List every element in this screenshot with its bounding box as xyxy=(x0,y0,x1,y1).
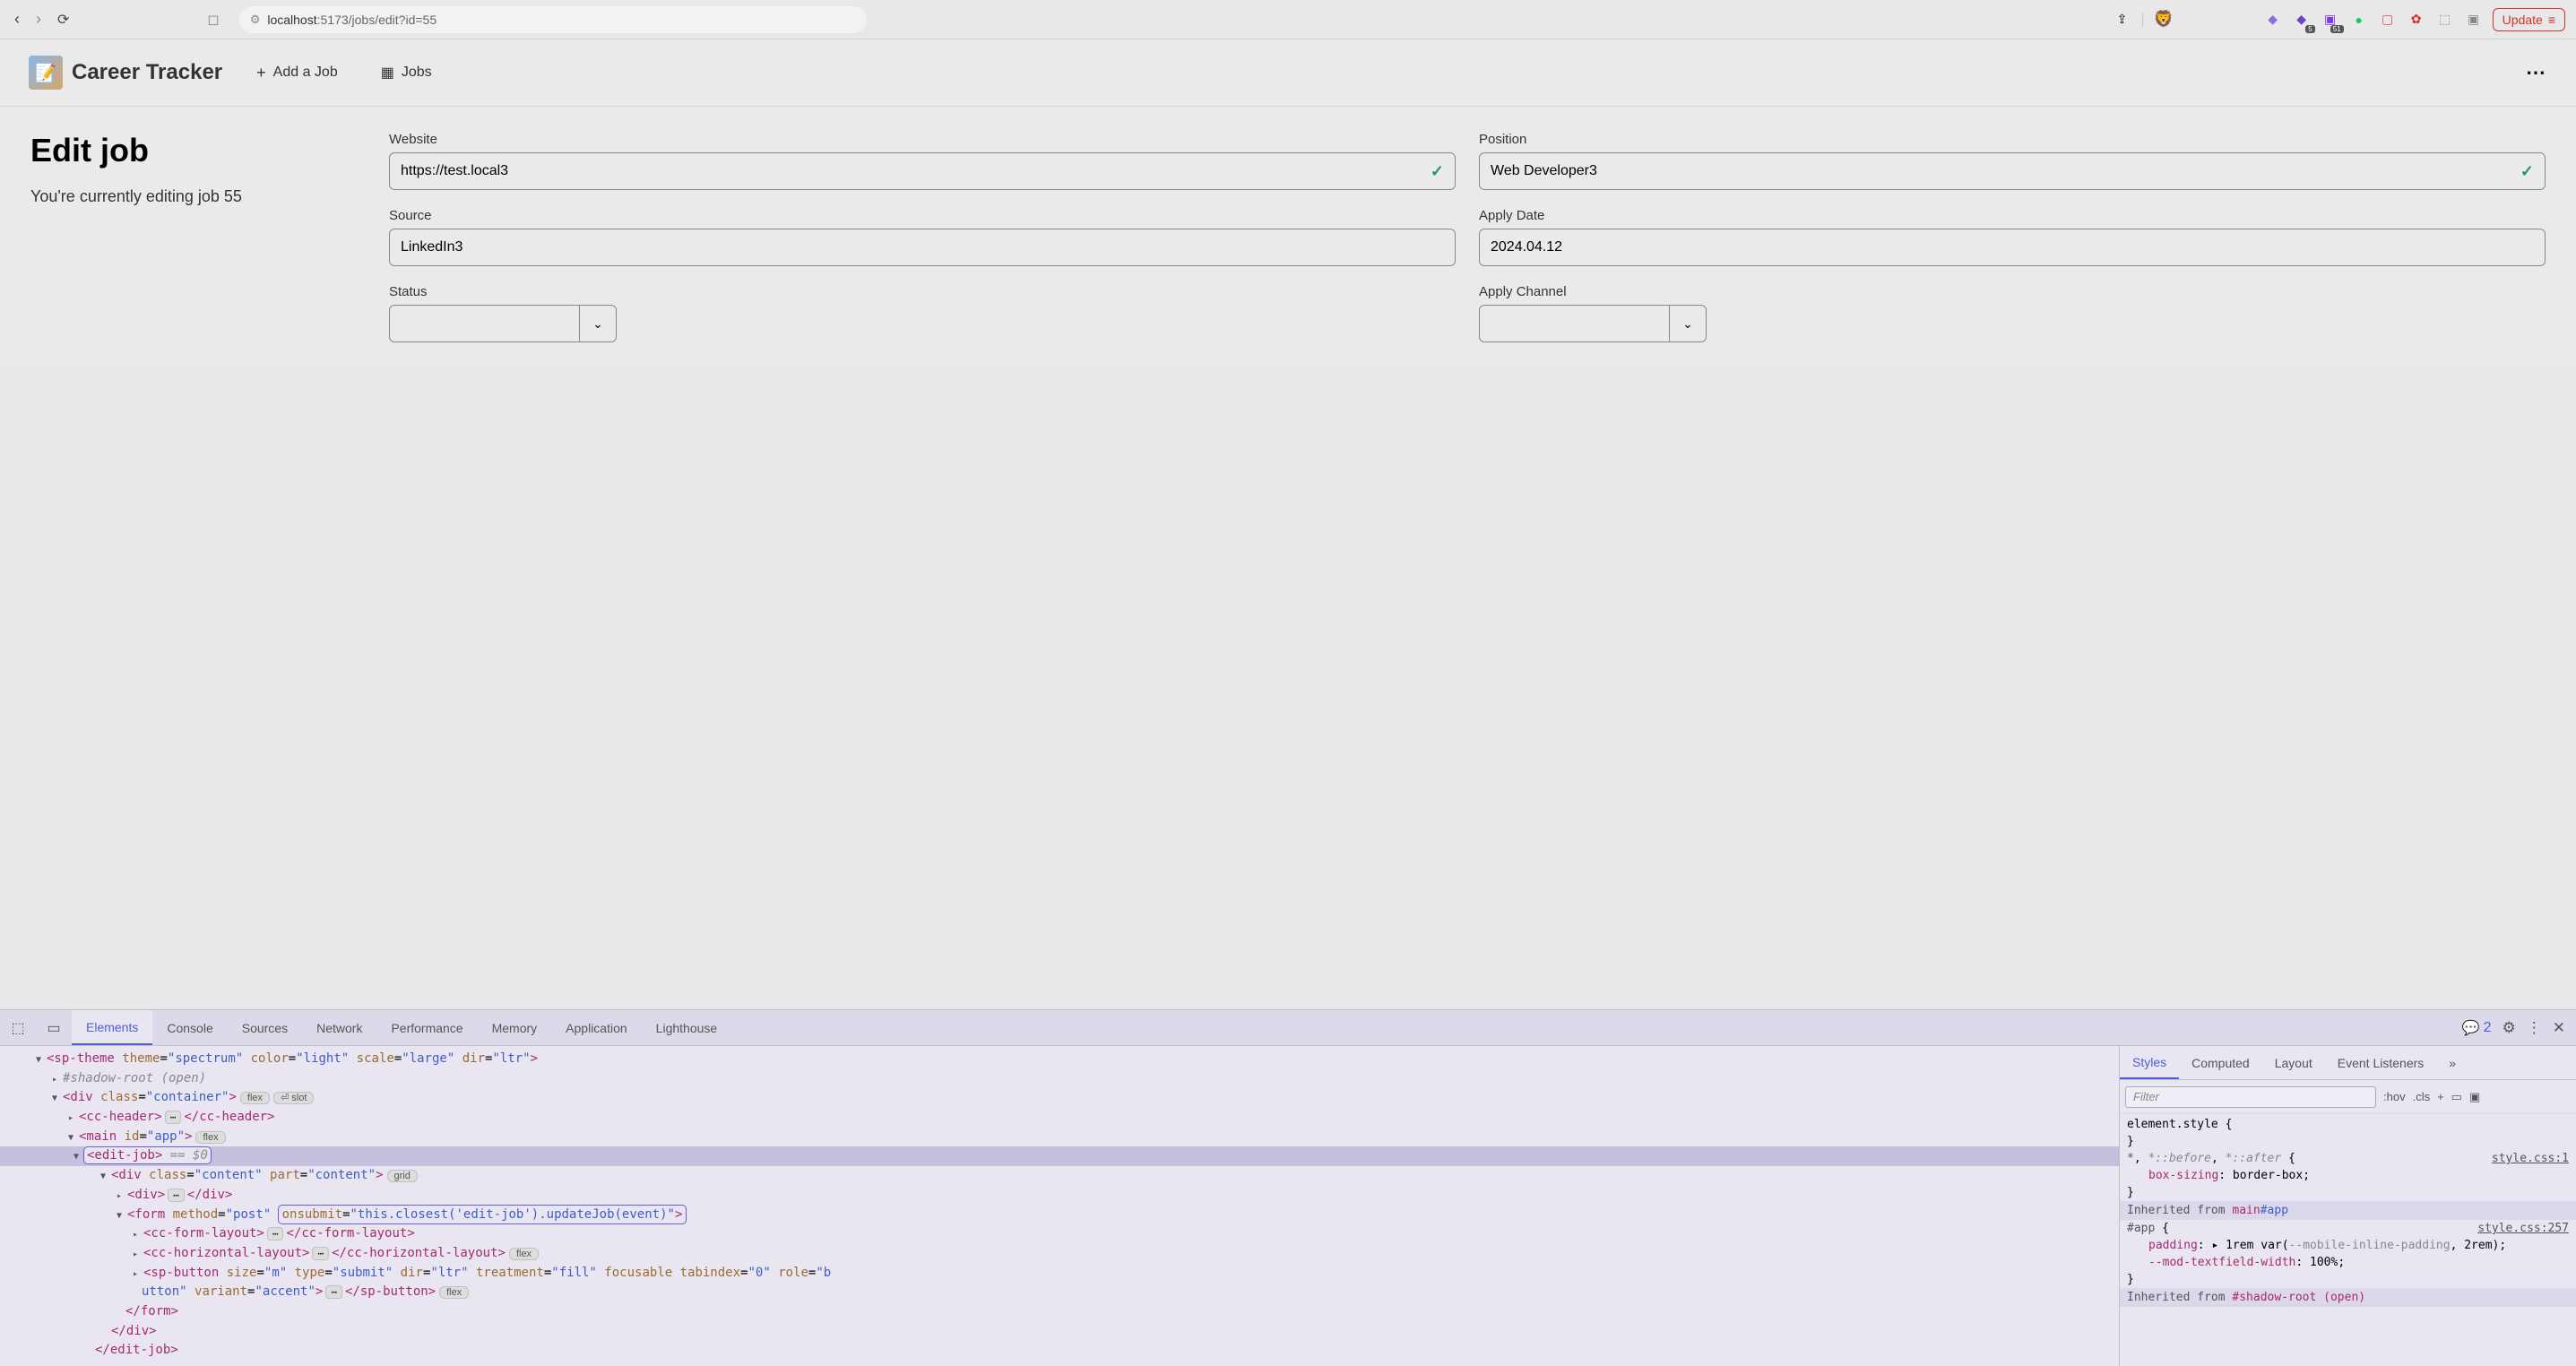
styles-panel: Styles Computed Layout Event Listeners »… xyxy=(2119,1046,2576,1366)
plus-icon: + xyxy=(256,64,266,82)
extensions-icon[interactable]: ⬚ xyxy=(2435,10,2455,30)
inspect-icon[interactable]: ⬚ xyxy=(0,1010,36,1045)
gear-icon[interactable]: ⚙ xyxy=(2503,1019,2516,1037)
nav-add-job[interactable]: + Add a Job xyxy=(247,58,347,88)
styles-tabs: Styles Computed Layout Event Listeners » xyxy=(2120,1046,2576,1080)
url-bar[interactable]: ⚙ localhost:5173/jobs/edit?id=55 xyxy=(239,6,867,33)
ext-diamond-icon[interactable]: ◆ xyxy=(2263,10,2283,30)
update-label: Update xyxy=(2503,13,2543,27)
ext-purple2-icon[interactable]: ▣51 xyxy=(2321,10,2340,30)
hamburger-icon: ≡ xyxy=(2548,13,2555,27)
status-label: Status xyxy=(389,284,1456,299)
cls-toggle[interactable]: .cls xyxy=(2413,1090,2431,1103)
nav-jobs[interactable]: ▦ Jobs xyxy=(372,58,441,87)
tab-network[interactable]: Network xyxy=(302,1010,376,1045)
website-value: https://test.local3 xyxy=(401,163,508,179)
app-header: 📝 Career Tracker + Add a Job ▦ Jobs ⋯ xyxy=(0,39,2576,107)
position-input[interactable]: Web Developer3 ✓ xyxy=(1479,152,2546,190)
messages-badge[interactable]: 💬 2 xyxy=(2462,1019,2492,1037)
status-select[interactable] xyxy=(389,305,579,342)
st-tab-layout[interactable]: Layout xyxy=(2262,1046,2325,1079)
ext-green-icon[interactable]: ● xyxy=(2349,10,2369,30)
styles-rules[interactable]: element.style { } style.css:1*, *::befor… xyxy=(2120,1114,2576,1366)
status-dropdown-button[interactable]: ⌄ xyxy=(579,305,617,342)
devtools-tabs: ⬚ ▭ Elements Console Sources Network Per… xyxy=(0,1010,2576,1046)
update-button[interactable]: Update ≡ xyxy=(2493,8,2565,31)
back-button[interactable]: ‹ xyxy=(11,6,23,32)
website-label: Website xyxy=(389,132,1456,147)
ext-purple-icon[interactable]: ◆5 xyxy=(2292,10,2312,30)
page-title: Edit job xyxy=(30,132,335,169)
source-value: LinkedIn3 xyxy=(401,239,462,255)
app-logo[interactable]: 📝 Career Tracker xyxy=(29,56,222,90)
st-tab-events[interactable]: Event Listeners xyxy=(2325,1046,2437,1079)
apply-channel-label: Apply Channel xyxy=(1479,284,2546,299)
sidebar-toggle-icon[interactable]: ▣ xyxy=(2469,1090,2480,1104)
device-icon[interactable]: ▭ xyxy=(36,1010,72,1045)
st-tab-more[interactable]: » xyxy=(2436,1046,2468,1079)
position-value: Web Developer3 xyxy=(1491,163,1597,179)
ext-red2-icon[interactable]: ✿ xyxy=(2407,10,2426,30)
tab-memory[interactable]: Memory xyxy=(478,1010,552,1045)
tab-sources[interactable]: Sources xyxy=(228,1010,302,1045)
source-input[interactable]: LinkedIn3 xyxy=(389,229,1456,266)
website-input[interactable]: https://test.local3 ✓ xyxy=(389,152,1456,190)
check-icon: ✓ xyxy=(1431,162,1444,181)
chevron-down-icon: ⌄ xyxy=(1682,316,1693,332)
ext-red1-icon[interactable]: ▢ xyxy=(2378,10,2398,30)
bookmark-icon[interactable]: ◻ xyxy=(207,11,219,29)
tab-elements[interactable]: Elements xyxy=(72,1010,152,1045)
tune-icon: ⚙ xyxy=(250,13,261,27)
apply-channel-select[interactable] xyxy=(1479,305,1669,342)
logo-icon: 📝 xyxy=(29,56,63,90)
close-icon[interactable]: ✕ xyxy=(2553,1019,2565,1037)
elements-tree[interactable]: ▼<sp-theme theme="spectrum" color="light… xyxy=(0,1046,2119,1366)
selected-node: ▼<edit-job> == $0 xyxy=(0,1146,2119,1166)
tab-application[interactable]: Application xyxy=(551,1010,642,1045)
edit-job-form: Website https://test.local3 ✓ Position W… xyxy=(389,132,2546,342)
tab-lighthouse[interactable]: Lighthouse xyxy=(642,1010,732,1045)
nav-add-label: Add a Job xyxy=(273,65,338,81)
tab-console[interactable]: Console xyxy=(152,1010,227,1045)
st-tab-styles[interactable]: Styles xyxy=(2120,1046,2179,1079)
brave-icon[interactable]: 🦁 xyxy=(2154,10,2174,30)
hov-toggle[interactable]: :hov xyxy=(2383,1090,2406,1103)
table-icon: ▦ xyxy=(381,64,394,82)
apply-date-value: 2024.04.12 xyxy=(1491,239,1562,255)
browser-right-icons: ⇪ | 🦁 ◆ ◆5 ▣51 ● ▢ ✿ ⬚ ▣ Update ≡ xyxy=(2113,8,2565,31)
url-text: localhost:5173/jobs/edit?id=55 xyxy=(267,13,437,27)
forward-button[interactable]: › xyxy=(32,6,45,32)
sidebar-icon[interactable]: ▣ xyxy=(2464,10,2484,30)
devtools: ⬚ ▭ Elements Console Sources Network Per… xyxy=(0,1009,2576,1366)
share-icon[interactable]: ⇪ xyxy=(2113,10,2132,30)
computed-icon[interactable]: ▭ xyxy=(2451,1090,2462,1104)
styles-filter[interactable]: Filter xyxy=(2125,1086,2376,1108)
position-label: Position xyxy=(1479,132,2546,147)
st-tab-computed[interactable]: Computed xyxy=(2179,1046,2262,1079)
apply-date-input[interactable]: 2024.04.12 xyxy=(1479,229,2546,266)
apply-date-label: Apply Date xyxy=(1479,208,2546,223)
browser-toolbar: ‹ › ⟳ ◻ ⚙ localhost:5173/jobs/edit?id=55… xyxy=(0,0,2576,39)
tab-performance[interactable]: Performance xyxy=(376,1010,477,1045)
app-menu-button[interactable]: ⋯ xyxy=(2526,61,2547,84)
style-link[interactable]: style.css:257 xyxy=(2477,1222,2569,1235)
style-link[interactable]: style.css:1 xyxy=(2492,1152,2569,1165)
nav-jobs-label: Jobs xyxy=(402,65,432,81)
page-content: Edit job You're currently editing job 55… xyxy=(0,107,2576,367)
app-title: Career Tracker xyxy=(72,60,222,85)
chevron-down-icon: ⌄ xyxy=(592,316,603,332)
new-rule-icon[interactable]: + xyxy=(2437,1090,2444,1103)
apply-channel-dropdown-button[interactable]: ⌄ xyxy=(1669,305,1707,342)
check-icon: ✓ xyxy=(2520,162,2534,181)
reload-button[interactable]: ⟳ xyxy=(54,7,73,32)
page-subtitle: You're currently editing job 55 xyxy=(30,187,335,206)
source-label: Source xyxy=(389,208,1456,223)
kebab-icon[interactable]: ⋮ xyxy=(2527,1019,2542,1037)
